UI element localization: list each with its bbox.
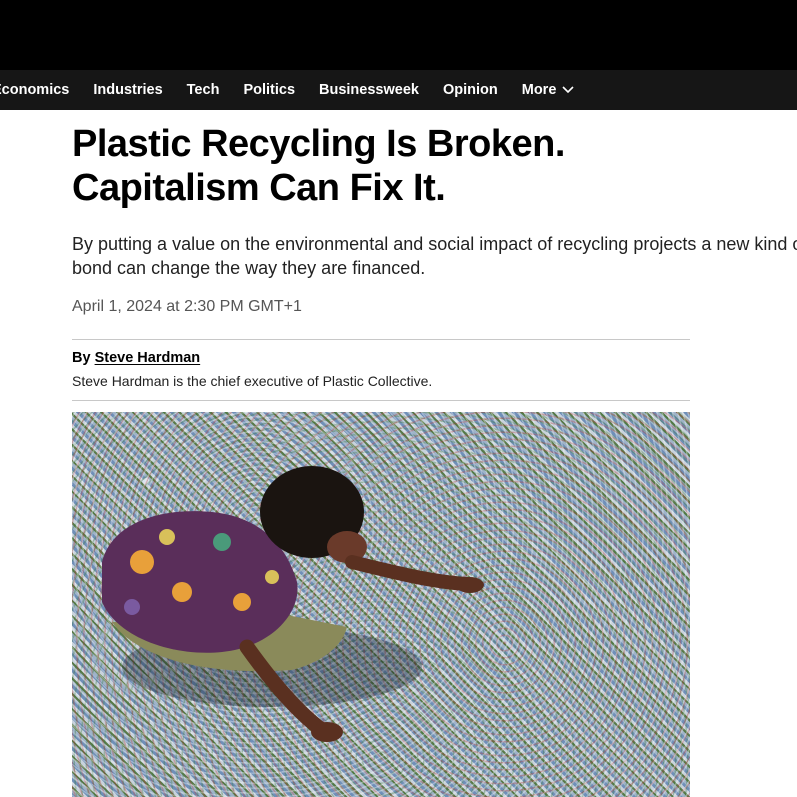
publish-timestamp: April 1, 2024 at 2:30 PM GMT+1 bbox=[72, 298, 302, 315]
author-bio: Steve Hardman is the chief executive of … bbox=[72, 373, 433, 389]
nav-item-businessweek[interactable]: Businessweek bbox=[319, 82, 419, 98]
main-nav: Economics Industries Tech Politics Busin… bbox=[0, 70, 797, 110]
article-headline: Plastic Recycling Is Broken. Capitalism … bbox=[72, 122, 772, 210]
headline-line-1: Plastic Recycling Is Broken. bbox=[72, 123, 565, 165]
divider-top bbox=[72, 339, 690, 340]
author-link[interactable]: Steve Hardman bbox=[95, 350, 201, 366]
nav-item-economics[interactable]: Economics bbox=[0, 82, 69, 98]
nav-item-tech[interactable]: Tech bbox=[187, 82, 220, 98]
nav-item-industries[interactable]: Industries bbox=[93, 82, 162, 98]
byline-prefix: By bbox=[72, 350, 91, 366]
woman-sorting-plastic-figure bbox=[102, 466, 484, 742]
chevron-down-icon bbox=[562, 86, 574, 94]
divider-bottom bbox=[72, 400, 690, 401]
nav-item-opinion[interactable]: Opinion bbox=[443, 82, 498, 98]
article-hero-image bbox=[72, 412, 690, 797]
headline-line-2: Capitalism Can Fix It. bbox=[72, 167, 446, 209]
nav-item-politics[interactable]: Politics bbox=[243, 82, 295, 98]
top-black-bar bbox=[0, 0, 797, 70]
nav-item-more-label: More bbox=[521, 82, 557, 98]
byline: By Steve Hardman bbox=[72, 350, 200, 366]
article-dek: By putting a value on the environmental … bbox=[72, 234, 797, 278]
nav-item-more[interactable]: More bbox=[522, 82, 575, 98]
